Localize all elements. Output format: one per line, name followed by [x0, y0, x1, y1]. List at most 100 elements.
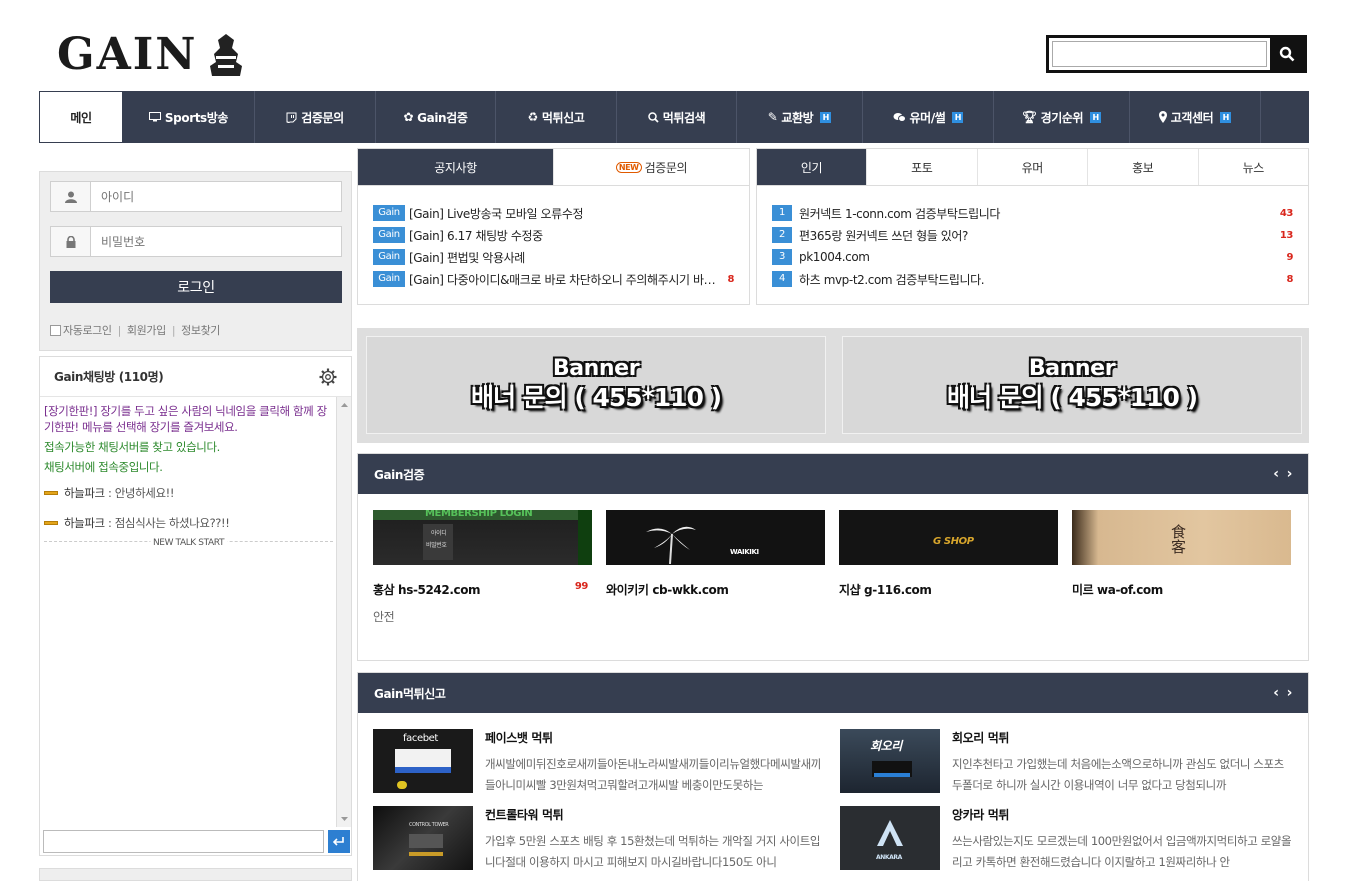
- nav-report-search[interactable]: 먹튀검색: [617, 91, 737, 143]
- item-title[interactable]: 편365랑 원커넥트 쓰던 형들 있어?: [799, 227, 1272, 244]
- search-button[interactable]: [1270, 38, 1304, 70]
- list-item[interactable]: 3 pk1004.com 9: [772, 246, 1293, 268]
- verify-card[interactable]: 食客 미르 wa-of.com: [1072, 510, 1291, 625]
- chat-text: : 점심식사는 하셨나요??!!: [104, 516, 230, 530]
- verify-card[interactable]: G SHOP 지샵 g-116.com: [839, 510, 1058, 625]
- find-info-link[interactable]: 정보찾기: [181, 322, 220, 338]
- logo-text: GAIN: [57, 29, 198, 80]
- login-button[interactable]: 로그인: [50, 271, 342, 303]
- nav-verify-request[interactable]: 검증문의: [255, 91, 376, 143]
- banner-area: Banner 배너 문의 ( 455*110 ) Banner 배너 문의 ( …: [357, 328, 1309, 443]
- chat-user[interactable]: 하늘파크: [64, 486, 105, 500]
- auto-login-label[interactable]: 자동로그인: [63, 322, 112, 338]
- card-title[interactable]: 미르 wa-of.com: [1072, 581, 1163, 598]
- chat-panel: Gain채팅방 (110명) [장기한판!] 장기를 두고 싶은 사람의 닉네임…: [39, 356, 352, 856]
- tab-verify-request[interactable]: NEW 검증문의: [554, 149, 749, 185]
- chat-user[interactable]: 하늘파크: [64, 516, 105, 530]
- card-status: 안전: [373, 610, 395, 624]
- tab-humor[interactable]: 유머: [977, 149, 1088, 185]
- item-title[interactable]: [Gain] 편법및 악용사례: [409, 249, 734, 266]
- pin-icon: [1158, 111, 1167, 123]
- report-card[interactable]: ANKARA 앙카라 먹튀 쓰는사람있는지도 모르겠는데 100만원없어서 입금…: [840, 806, 1292, 874]
- report-card[interactable]: CONTROL TOWER 컨트롤타워 먹튀 가입후 5만원 스포츠 배팅 후 …: [373, 806, 825, 874]
- nav-label: 먹튀검색: [662, 110, 706, 125]
- report-title[interactable]: 회오리 먹튀: [952, 729, 1292, 746]
- id-input[interactable]: [91, 182, 341, 211]
- section-title: Gain먹튀신고: [374, 686, 446, 701]
- prev-arrow-icon[interactable]: ‹: [1273, 466, 1279, 482]
- report-thumbnail[interactable]: ANKARA: [840, 806, 940, 870]
- item-title[interactable]: 원커넥트 1-conn.com 검증부탁드립니다: [799, 205, 1272, 222]
- list-item[interactable]: Gain [Gain] 다중아이디&매크로 바로 차단하오니 주의해주시기 바랍니…: [373, 268, 734, 290]
- tab-popular[interactable]: 인기: [757, 149, 867, 185]
- nav-exchange[interactable]: ✎ 교환방 H: [737, 91, 863, 143]
- report-card[interactable]: facebet 페이스뱃 먹튀 개씨발에미뒤진호로새끼들아돈내노라씨발새끼들이리…: [373, 729, 825, 797]
- tab-photo[interactable]: 포토: [867, 149, 978, 185]
- gain-tag: Gain: [373, 271, 405, 287]
- verify-card[interactable]: MEMBERSHIP LOGIN 아이디 비밀번호 홍삼 hs-5242.com…: [373, 510, 592, 625]
- nav-label: Gain검증: [417, 110, 468, 125]
- scroll-down-icon[interactable]: [337, 813, 352, 825]
- report-thumbnail[interactable]: CONTROL TOWER: [373, 806, 473, 870]
- chat-send-button[interactable]: [328, 830, 350, 853]
- verify-card[interactable]: WAIKIKI 와이키키 cb-wkk.com: [606, 510, 825, 625]
- list-item[interactable]: Gain [Gain] 6.17 채팅방 수정중: [373, 224, 734, 246]
- tab-notice[interactable]: 공지사항: [358, 149, 554, 185]
- card-title[interactable]: 지샵 g-116.com: [839, 581, 932, 598]
- list-item[interactable]: 4 하츠 mvp-t2.com 검증부탁드립니다. 8: [772, 268, 1293, 290]
- nav-sports[interactable]: Sports방송: [123, 91, 255, 143]
- banner-ad[interactable]: Banner 배너 문의 ( 455*110 ): [842, 336, 1302, 434]
- report-title[interactable]: 컨트롤타워 먹튀: [485, 806, 825, 823]
- scroll-up-icon[interactable]: [337, 399, 352, 411]
- site-thumbnail[interactable]: G SHOP: [839, 510, 1058, 565]
- report-title[interactable]: 페이스뱃 먹튀: [485, 729, 825, 746]
- verify-gallery: MEMBERSHIP LOGIN 아이디 비밀번호 홍삼 hs-5242.com…: [373, 510, 1291, 625]
- list-item[interactable]: 1 원커넥트 1-conn.com 검증부탁드립니다 43: [772, 202, 1293, 224]
- prev-arrow-icon[interactable]: ‹: [1273, 685, 1279, 701]
- search-icon: [1279, 46, 1295, 62]
- next-arrow-icon[interactable]: ›: [1287, 466, 1293, 482]
- site-thumbnail[interactable]: MEMBERSHIP LOGIN 아이디 비밀번호: [373, 510, 592, 565]
- nav-gain-verify[interactable]: ✿ Gain검증: [376, 91, 496, 143]
- nav-report[interactable]: ♻ 먹튀신고: [496, 91, 617, 143]
- list-item[interactable]: Gain [Gain] 편법및 악용사례: [373, 246, 734, 268]
- item-title[interactable]: [Gain] 다중아이디&매크로 바로 차단하오니 주의해주시기 바랍니다: [409, 271, 719, 288]
- nav-humor[interactable]: 유머/썰 H: [863, 91, 994, 143]
- site-logo[interactable]: GAIN: [57, 30, 272, 80]
- tab-news[interactable]: 뉴스: [1198, 149, 1308, 185]
- report-title[interactable]: 앙카라 먹튀: [952, 806, 1292, 823]
- nav-customer-center[interactable]: 고객센터 H: [1130, 91, 1261, 143]
- report-section: Gain먹튀신고 ‹ › facebet 페이스뱃 먹튀 개씨발에미뒤진호로새끼…: [357, 672, 1309, 881]
- item-title[interactable]: [Gain] Live방송국 모바일 오류수정: [409, 205, 734, 222]
- gear-icon[interactable]: [319, 368, 337, 386]
- section-title: Gain검증: [374, 467, 425, 482]
- report-thumbnail[interactable]: 회오리: [840, 729, 940, 793]
- search-input[interactable]: [1052, 41, 1267, 67]
- report-thumbnail[interactable]: facebet: [373, 729, 473, 793]
- chat-input[interactable]: [43, 830, 324, 853]
- report-card[interactable]: 회오리 회오리 먹튀 지인추천타고 가입했는데 처음에는소액으로하니까 관심도 …: [840, 729, 1292, 797]
- item-title[interactable]: 하츠 mvp-t2.com 검증부탁드립니다.: [799, 271, 1278, 288]
- banner-text: 배너 문의 ( 455*110 ): [946, 383, 1198, 412]
- brush-icon: ✎: [767, 110, 778, 124]
- banner-title: Banner: [1028, 356, 1116, 381]
- site-thumbnail[interactable]: 食客: [1072, 510, 1291, 565]
- list-item[interactable]: Gain [Gain] Live방송국 모바일 오류수정: [373, 202, 734, 224]
- banner-ad[interactable]: Banner 배너 문의 ( 455*110 ): [366, 336, 826, 434]
- tab-promo[interactable]: 홍보: [1088, 149, 1199, 185]
- chat-scrollbar[interactable]: [336, 397, 351, 827]
- password-input[interactable]: [91, 227, 341, 256]
- nav-ranking[interactable]: 🏆︎ 경기순위 H: [994, 91, 1130, 143]
- card-title[interactable]: 홍삼 hs-5242.com: [373, 581, 481, 598]
- site-thumbnail[interactable]: WAIKIKI: [606, 510, 825, 565]
- list-item[interactable]: 2 편365랑 원커넥트 쓰던 형들 있어? 13: [772, 224, 1293, 246]
- item-title[interactable]: [Gain] 6.17 채팅방 수정중: [409, 227, 734, 244]
- next-arrow-icon[interactable]: ›: [1287, 685, 1293, 701]
- nav-label: 교환방: [781, 110, 814, 125]
- card-title[interactable]: 와이키키 cb-wkk.com: [606, 581, 729, 598]
- nav-main[interactable]: 메인: [39, 91, 123, 143]
- join-link[interactable]: 회원가입: [127, 322, 166, 338]
- auto-login-checkbox[interactable]: [50, 324, 61, 336]
- section-header: Gain검증 ‹ ›: [358, 454, 1308, 494]
- item-title[interactable]: pk1004.com: [799, 250, 1278, 264]
